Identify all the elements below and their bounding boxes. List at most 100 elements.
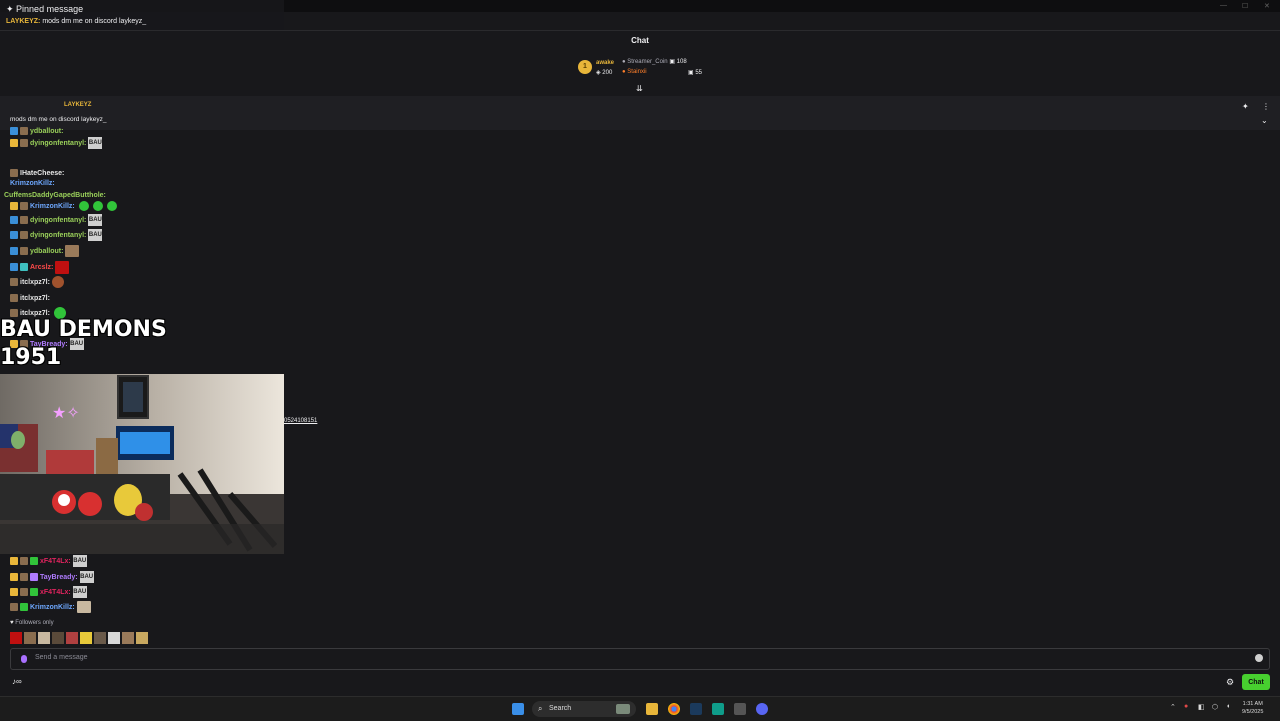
overlay-pinned-message: ✦ Pinned message LAYKEYZ: mods dm me on …	[0, 0, 284, 30]
gear-icon[interactable]: ⚙	[1226, 677, 1234, 688]
more-options-icon[interactable]: ⋮	[1262, 102, 1270, 111]
chat-message: dyingonfentanyl: BAU	[10, 136, 103, 150]
chat-message: itclxpz7l:	[10, 291, 50, 305]
followers-only-indicator: ♥ Followers only	[10, 620, 54, 626]
volume-icon[interactable]: ◖	[1226, 703, 1230, 710]
avatar	[20, 573, 28, 581]
emote-picker-row[interactable]	[10, 632, 148, 644]
bau-emote: BAU	[72, 555, 87, 567]
badge-icon	[10, 231, 18, 239]
emote	[51, 276, 64, 288]
steam-icon[interactable]	[690, 703, 702, 715]
tray-icon[interactable]: ●	[1184, 703, 1188, 710]
bau-emote: BAU	[88, 229, 103, 241]
chat-message: dyingonfentanyl: BAU	[10, 213, 103, 227]
chevron-down-icon[interactable]: ⇊	[636, 84, 643, 93]
chat-message: dyingonfentanyl: BAU	[10, 228, 103, 242]
avatar	[20, 557, 28, 565]
channel-points-icon[interactable]: ♪∞	[12, 677, 22, 686]
search-icon: ⌕	[538, 704, 543, 713]
send-chat-button[interactable]: Chat	[1242, 674, 1270, 690]
cam-link[interactable]: 0524108151	[284, 418, 317, 424]
avatar	[10, 278, 18, 286]
emote[interactable]	[38, 632, 50, 644]
emote[interactable]	[66, 632, 78, 644]
avatar	[20, 139, 28, 147]
emote[interactable]	[10, 632, 22, 644]
bau-emote: BAU	[79, 571, 94, 583]
badge-icon	[10, 216, 18, 224]
avatar	[10, 294, 18, 302]
avatar	[20, 247, 28, 255]
app-icon[interactable]	[712, 703, 724, 715]
followers-only-label: Followers only	[15, 620, 54, 626]
badge-icon	[10, 573, 18, 581]
chat-message: TayBready: BAU	[10, 570, 94, 584]
emote[interactable]	[80, 632, 92, 644]
leaderboard-entry: ● Stainxii	[622, 69, 647, 75]
close-icon[interactable]: ✕	[1264, 2, 1270, 10]
overlay-title-line: 1951	[0, 345, 62, 370]
taskbar-search[interactable]: ⌕ Search	[532, 701, 636, 717]
chevron-down-icon[interactable]: ⌄	[1261, 116, 1268, 125]
chat-message: Arcslz:	[10, 260, 70, 274]
stream-overlay-title: BAU DEMONS 1951	[0, 316, 167, 372]
emote[interactable]	[94, 632, 106, 644]
tray-icon[interactable]: ◧	[1198, 703, 1205, 711]
chat-message: ydballout:	[10, 244, 80, 258]
pin-icon[interactable]: ✦	[1242, 102, 1249, 111]
pinned-message-bar[interactable]: LAYKEYZ mods dm me on discord laykeyz_ ✦…	[0, 96, 1280, 130]
badge-icon	[10, 139, 18, 147]
discord-icon[interactable]	[756, 703, 768, 715]
badge-icon	[10, 202, 18, 210]
emote[interactable]	[136, 632, 148, 644]
file-explorer-icon[interactable]	[646, 703, 658, 715]
emoji-icon[interactable]	[1255, 654, 1263, 662]
chat-message: KrimzonKillz:	[10, 600, 91, 614]
chat-message: KrimzonKillz:	[10, 199, 117, 213]
chat-message: itclxpz7l:	[10, 275, 64, 289]
gem-emote	[106, 201, 117, 211]
badge-icon	[10, 263, 18, 271]
webcam-feed: ★✧	[0, 374, 284, 554]
badge-icon	[10, 557, 18, 565]
avatar	[20, 263, 28, 271]
avatar	[20, 216, 28, 224]
avatar	[20, 231, 28, 239]
emote[interactable]	[108, 632, 120, 644]
svg-text:★✧: ★✧	[52, 403, 80, 422]
emote	[65, 245, 80, 257]
tray-icon[interactable]: ⬡	[1212, 703, 1218, 711]
search-highlight-icon	[616, 704, 630, 714]
taskbar: ⌕ Search ⌃ ● ◧ ⬡ ◖ 1:31 AM 9/5/2025	[0, 696, 1280, 721]
pinned-message: LAYKEYZ: mods dm me on discord laykeyz_	[6, 18, 147, 25]
microphone-icon[interactable]	[21, 655, 27, 663]
pinned-title: ✦ Pinned message	[6, 4, 84, 14]
chevron-up-icon[interactable]: ⌃	[1170, 703, 1176, 711]
bau-emote: BAU	[88, 214, 103, 226]
windows-start-icon[interactable]	[512, 703, 524, 715]
emote	[76, 601, 91, 613]
leader-points: ◈ 200	[596, 70, 613, 76]
leaderboard-entry: ● Streamer_Coin ▣ 108	[622, 59, 687, 65]
overlay-title-line: BAU DEMONS	[0, 317, 167, 342]
badge-icon	[20, 603, 28, 611]
chat-input-placeholder: Send a message	[35, 654, 88, 661]
emote	[55, 260, 70, 274]
maximize-icon[interactable]: ☐	[1242, 2, 1248, 10]
emote[interactable]	[52, 632, 64, 644]
minimize-icon[interactable]: —	[1220, 2, 1227, 9]
app-icon[interactable]	[734, 703, 746, 715]
chat-input[interactable]: Send a message	[10, 648, 1270, 670]
pinned-message-text: mods dm me on discord laykeyz_	[10, 116, 107, 123]
leader-name: awake	[596, 60, 615, 66]
webcam-image: ★✧	[0, 374, 284, 554]
chrome-icon[interactable]	[668, 703, 680, 715]
emote[interactable]	[122, 632, 134, 644]
emote[interactable]	[24, 632, 36, 644]
leaderboard[interactable]: 1 awake ◈ 200 ● Streamer_Coin ▣ 108 ● St…	[578, 58, 718, 84]
bau-emote: BAU	[72, 586, 87, 598]
badge-icon	[30, 573, 38, 581]
taskbar-search-label: Search	[549, 705, 572, 712]
system-clock[interactable]: 1:31 AM 9/5/2025	[1242, 700, 1263, 716]
